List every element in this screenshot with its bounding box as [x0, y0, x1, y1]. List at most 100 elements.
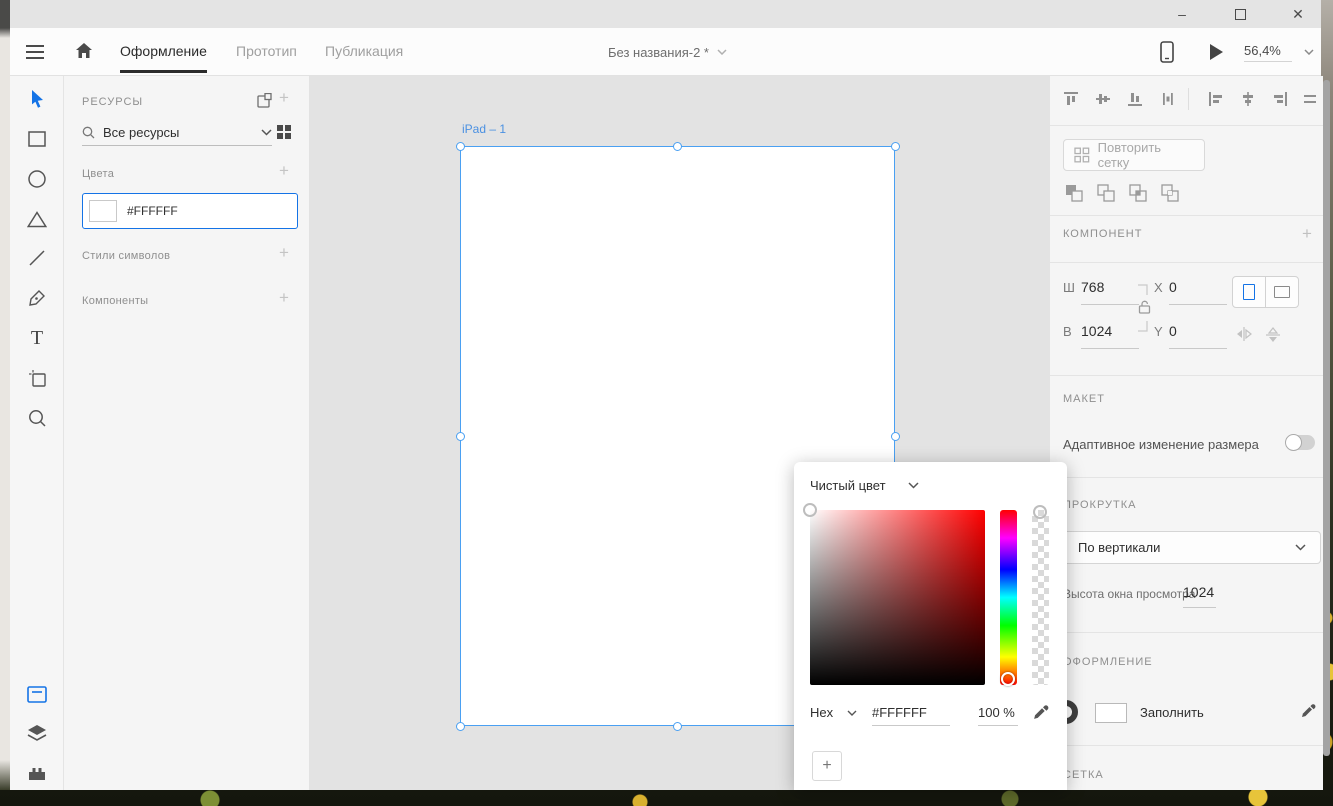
tab-label: Прототип — [236, 43, 297, 59]
hamburger-menu-button[interactable] — [26, 45, 44, 59]
flip-vertical-button[interactable] — [1265, 326, 1281, 344]
boolean-exclude-button[interactable] — [1159, 182, 1181, 204]
boolean-add-button[interactable] — [1063, 182, 1085, 204]
artboard-title[interactable]: iPad – 1 — [462, 122, 506, 136]
tab-prototype[interactable]: Прототип — [236, 28, 297, 76]
minimize-button[interactable]: – — [1167, 3, 1197, 25]
hex-value-input[interactable]: #FFFFFF — [872, 705, 950, 726]
resize-handle-s[interactable] — [673, 722, 682, 731]
lock-aspect-button[interactable] — [1138, 300, 1151, 314]
lock-icon — [1138, 300, 1151, 314]
mobile-device-icon — [1160, 41, 1174, 63]
symbol-styles-section-header: Стили символов — [82, 250, 170, 262]
resize-handle-w[interactable] — [456, 432, 465, 441]
assets-panel-button[interactable] — [25, 682, 49, 706]
viewport-height-value[interactable]: 1024 — [1183, 584, 1214, 600]
plugins-panel-button[interactable] — [25, 761, 49, 785]
picker-eyedropper-button[interactable] — [1032, 703, 1050, 721]
distribute-horizontal-button[interactable] — [1156, 87, 1180, 111]
triangle-icon — [27, 211, 47, 228]
x-field-value[interactable]: 0 — [1169, 279, 1177, 295]
text-tool-button[interactable]: T — [25, 326, 49, 350]
zoom-tool-button[interactable] — [25, 406, 49, 430]
add-symbol-style-button[interactable]: + — [279, 244, 289, 261]
pen-tool-button[interactable] — [25, 286, 49, 310]
boolean-subtract-button[interactable] — [1095, 182, 1117, 204]
ellipse-icon — [28, 170, 46, 188]
inspector-panel: Повторить сетку КОМПОНЕНТ + Ш 768 — [1050, 76, 1323, 790]
divider — [1169, 304, 1227, 305]
x-field-label: X — [1154, 280, 1163, 295]
align-center-horizontal-button[interactable] — [1236, 87, 1260, 111]
library-switch-button[interactable] — [257, 93, 272, 108]
fill-eyedropper-button[interactable] — [1300, 702, 1317, 719]
width-field-value[interactable]: 768 — [1081, 279, 1104, 295]
select-tool-button[interactable] — [25, 87, 49, 111]
inspector-scrollbar[interactable] — [1323, 80, 1330, 756]
home-button[interactable] — [74, 41, 94, 61]
hue-selector[interactable] — [1001, 672, 1015, 686]
align-middle-vertical-button[interactable] — [1091, 87, 1115, 111]
height-field-value[interactable]: 1024 — [1081, 323, 1112, 339]
line-tool-button[interactable] — [25, 246, 49, 270]
resize-handle-e[interactable] — [891, 432, 900, 441]
ellipse-tool-button[interactable] — [25, 167, 49, 191]
scroll-direction-select[interactable]: По вертикали — [1063, 531, 1321, 564]
align-top-button[interactable] — [1059, 87, 1083, 111]
repeat-grid-button[interactable]: Повторить сетку — [1063, 139, 1205, 171]
color-mode-dropdown[interactable]: Чистый цвет — [810, 478, 919, 493]
alpha-slider[interactable] — [1032, 510, 1049, 685]
layers-panel-button[interactable] — [25, 721, 49, 745]
maximize-button[interactable] — [1225, 3, 1255, 25]
responsive-resize-toggle[interactable] — [1287, 435, 1315, 450]
distribute-vertical-icon — [1301, 90, 1319, 108]
chevron-down-icon — [261, 129, 272, 136]
flip-horizontal-button[interactable] — [1235, 326, 1253, 342]
portrait-orientation-button[interactable] — [1233, 277, 1266, 307]
add-asset-button[interactable]: + — [279, 89, 289, 106]
resize-handle-sw[interactable] — [456, 722, 465, 731]
rectangle-tool-button[interactable] — [25, 127, 49, 151]
landscape-orientation-button[interactable] — [1266, 277, 1298, 307]
hue-slider[interactable] — [1000, 510, 1017, 685]
align-right-button[interactable] — [1268, 87, 1292, 111]
tab-share[interactable]: Публикация — [325, 28, 403, 76]
color-asset-item[interactable]: #FFFFFF — [82, 193, 298, 229]
alpha-selector[interactable] — [1033, 505, 1047, 519]
assets-header: РЕСУРСЫ — [82, 96, 143, 108]
saturation-brightness-field[interactable] — [810, 510, 985, 685]
y-field-value[interactable]: 0 — [1169, 323, 1177, 339]
align-bottom-button[interactable] — [1123, 87, 1147, 111]
save-color-button[interactable]: + — [812, 751, 842, 781]
artboard-tool-button[interactable] — [25, 366, 49, 390]
add-color-button[interactable]: + — [279, 162, 289, 179]
add-component-state-button[interactable]: + — [1302, 224, 1312, 244]
document-title-dropdown[interactable]: Без названия-2 * — [608, 28, 727, 76]
align-left-button[interactable] — [1204, 87, 1228, 111]
resize-handle-ne[interactable] — [891, 142, 900, 151]
add-component-button[interactable]: + — [279, 289, 289, 306]
polygon-tool-button[interactable] — [25, 207, 49, 231]
boolean-intersect-button[interactable] — [1127, 182, 1149, 204]
eyedropper-icon — [1300, 702, 1317, 719]
resize-handle-n[interactable] — [673, 142, 682, 151]
distribute-vertical-button[interactable] — [1298, 87, 1322, 111]
grid-view-button[interactable] — [277, 125, 291, 139]
chevron-down-icon — [1304, 49, 1314, 55]
zoom-level-dropdown[interactable]: 56,4% — [1244, 28, 1314, 76]
saturation-selector[interactable] — [803, 503, 817, 517]
color-format-dropdown[interactable]: Hex — [810, 705, 872, 720]
device-preview-button[interactable] — [1160, 41, 1174, 63]
assets-filter-dropdown[interactable]: Все ресурсы — [82, 120, 272, 146]
divider — [1183, 607, 1216, 608]
divider — [1081, 348, 1139, 349]
library-icon — [257, 93, 272, 108]
opacity-input[interactable]: 100 % — [978, 705, 1018, 726]
tab-design[interactable]: Оформление — [120, 28, 207, 76]
resize-handle-nw[interactable] — [456, 142, 465, 151]
repeat-grid-icon — [1074, 147, 1090, 163]
fill-color-swatch[interactable] — [1095, 703, 1127, 723]
chevron-down-icon — [1295, 544, 1306, 551]
close-button[interactable]: ✕ — [1283, 3, 1313, 25]
play-button[interactable] — [1210, 44, 1223, 60]
